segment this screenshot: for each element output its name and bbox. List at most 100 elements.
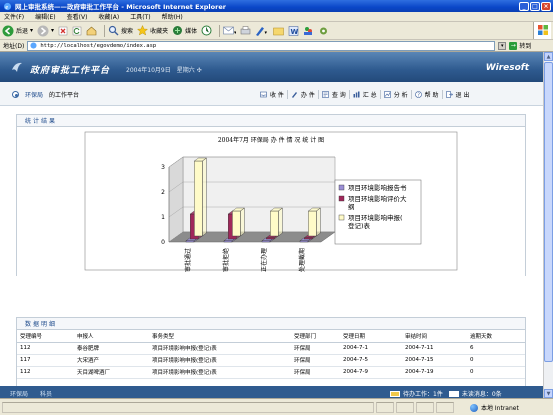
location-icon (12, 91, 19, 98)
exit-icon (445, 91, 453, 98)
cell-accept-date: 2004-7-9 (340, 366, 402, 379)
address-dropdown-icon[interactable]: ▾ (498, 41, 507, 50)
col-close-date[interactable]: 审结时间 (402, 330, 467, 343)
col-department[interactable]: 受理部门 (291, 330, 340, 343)
process-label: 办 件 (300, 92, 315, 99)
refresh-icon[interactable] (72, 26, 82, 36)
home-icon[interactable] (86, 26, 97, 36)
svg-text:?: ? (417, 93, 420, 99)
scroll-up-icon[interactable]: ▲ (544, 52, 553, 61)
cell-overdue-days: 6 (467, 342, 525, 355)
exit-button[interactable]: 退 出 (441, 90, 473, 99)
menu-edit[interactable]: 编辑(E) (35, 12, 55, 21)
svg-text:▾: ▾ (234, 30, 236, 36)
x-tick-label: 审批拒绝 (222, 248, 230, 272)
y-tick-label: 2 (161, 189, 165, 196)
unread-messages[interactable]: 未读消息：0条 (462, 389, 502, 398)
go-button[interactable]: → 转到 (509, 41, 531, 50)
query-icon (322, 91, 329, 98)
print-icon[interactable] (240, 25, 251, 36)
header-date: 2004年10月9日 星期六 ✣ (126, 67, 202, 74)
toolbar-separator (104, 24, 106, 37)
forward-button[interactable]: ▾ (37, 25, 54, 37)
query-button[interactable]: 查 询 (317, 90, 349, 99)
favorites-button[interactable]: 收藏夹 (137, 25, 168, 36)
col-applicant[interactable]: 申报人 (74, 330, 149, 343)
summary-button[interactable]: 汇 总 (348, 90, 380, 99)
detail-panel-title: 数据明细 (17, 318, 525, 330)
back-label: 后退 (16, 28, 29, 35)
forward-dropdown-icon[interactable]: ▾ (51, 27, 54, 34)
menu-tools[interactable]: 工具(T) (130, 12, 150, 21)
scroll-down-icon[interactable]: ▼ (544, 389, 553, 398)
address-input[interactable]: http://localhost/egovdemo/index.asp (27, 40, 496, 51)
tools-icon[interactable] (318, 26, 329, 36)
cell-affair-type: 项目环境影响申报(登记)表 (149, 342, 291, 355)
forward-arrow-icon (37, 25, 49, 36)
help-button[interactable]: ? 帮 助 (410, 90, 442, 99)
analyze-button[interactable]: 分 析 (379, 90, 411, 99)
messenger-icon[interactable] (303, 26, 314, 36)
col-overdue-days[interactable]: 逾期天数 (467, 330, 525, 343)
close-button[interactable]: × (541, 1, 551, 11)
search-button[interactable]: 搜索 (108, 25, 133, 36)
mail-icon[interactable]: ▾ (223, 26, 236, 36)
legend-label: 登记)表 (348, 221, 371, 230)
menu-bar: 文件(F) 编辑(E) 查看(V) 收藏(A) 工具(T) 帮助(H) (0, 12, 553, 22)
app-header: 政府审批工作平台 2004年10月9日 星期六 ✣ Wiresoft (0, 52, 543, 82)
legend-label: 项目环境影响报告书 (348, 183, 407, 192)
x-tick-label: 处理截期 (298, 248, 306, 272)
back-dropdown-icon[interactable]: ▾ (30, 27, 33, 34)
word-icon[interactable]: W (288, 25, 299, 36)
app-nav-bar: 环保局 的工作平台 收 件 办 件 查 询 汇 总 分 析 ? 帮 助 退 出 (0, 82, 543, 106)
vertical-scrollbar[interactable]: ▲ ▼ (543, 52, 553, 398)
app-logo-icon (12, 62, 22, 72)
status-text (2, 401, 374, 413)
minimize-button[interactable]: _ (519, 1, 529, 11)
zone-label: 本地 Intranet (481, 405, 519, 412)
back-button[interactable]: 后退 ▾ (2, 25, 33, 37)
message-icon (448, 390, 459, 397)
legend-label: 项目环境影响评价大 (348, 194, 407, 203)
menu-file[interactable]: 文件(F) (4, 12, 24, 21)
pen-icon (291, 92, 297, 98)
windows-logo (533, 22, 551, 39)
x-tick-label: 审批通过 (184, 248, 192, 272)
table-row[interactable]: 112 天目湖啤酒厂 项目环境影响申报(登记)表 环保局 2004-7-9 20… (17, 366, 525, 379)
user-unit: 环保局 (10, 391, 29, 398)
analyze-label: 分 析 (393, 92, 408, 99)
scroll-thumb[interactable] (544, 62, 553, 362)
folder-icon[interactable] (273, 26, 284, 36)
cell-accept-no: 112 (17, 342, 74, 355)
cell-accept-no: 112 (17, 366, 74, 379)
media-button[interactable]: 媒体 (172, 25, 197, 36)
col-affair-type[interactable]: 事务类型 (149, 330, 291, 343)
favorites-label: 收藏夹 (150, 28, 169, 35)
menu-view[interactable]: 查看(V) (67, 12, 88, 21)
process-button[interactable]: 办 件 (286, 90, 318, 99)
stats-panel-title: 统计结果 (17, 115, 525, 127)
search-icon (108, 25, 119, 36)
legend-label: 项目环境影响申报( (348, 213, 403, 222)
edit-icon[interactable]: ▾ (255, 26, 269, 36)
go-arrow-icon: → (509, 41, 518, 50)
search-label: 搜索 (121, 28, 134, 35)
maximize-button[interactable]: □ (530, 1, 540, 11)
stop-icon[interactable] (58, 26, 68, 36)
detail-table: 受理编号 申报人 事务类型 受理部门 受理日期 审结时间 逾期天数 112 泰谷… (17, 330, 525, 379)
menu-help[interactable]: 帮助(H) (162, 12, 183, 21)
cell-affair-type: 项目环境影响申报(登记)表 (149, 354, 291, 367)
history-icon[interactable] (201, 25, 212, 36)
pending-tasks[interactable]: 待办工作：1件 (403, 389, 443, 398)
col-accept-no[interactable]: 受理编号 (17, 330, 74, 343)
chart-bar-side (202, 157, 207, 237)
table-row[interactable]: 112 泰谷肥牌 项目环境影响申报(登记)表 环保局 2004-7-1 2004… (17, 342, 525, 355)
help-label: 帮 助 (424, 92, 439, 99)
location-unit[interactable]: 环保局 (25, 90, 43, 99)
table-row[interactable]: 117 大宋酒产 项目环境影响申报(登记)表 环保局 2004-7-5 2004… (17, 354, 525, 367)
receive-button[interactable]: 收 件 (257, 90, 287, 99)
menu-favorites[interactable]: 收藏(A) (98, 12, 119, 21)
table-header-row: 受理编号 申报人 事务类型 受理部门 受理日期 审结时间 逾期天数 (17, 330, 525, 343)
legend-swatch (338, 214, 345, 221)
col-accept-date[interactable]: 受理日期 (340, 330, 402, 343)
